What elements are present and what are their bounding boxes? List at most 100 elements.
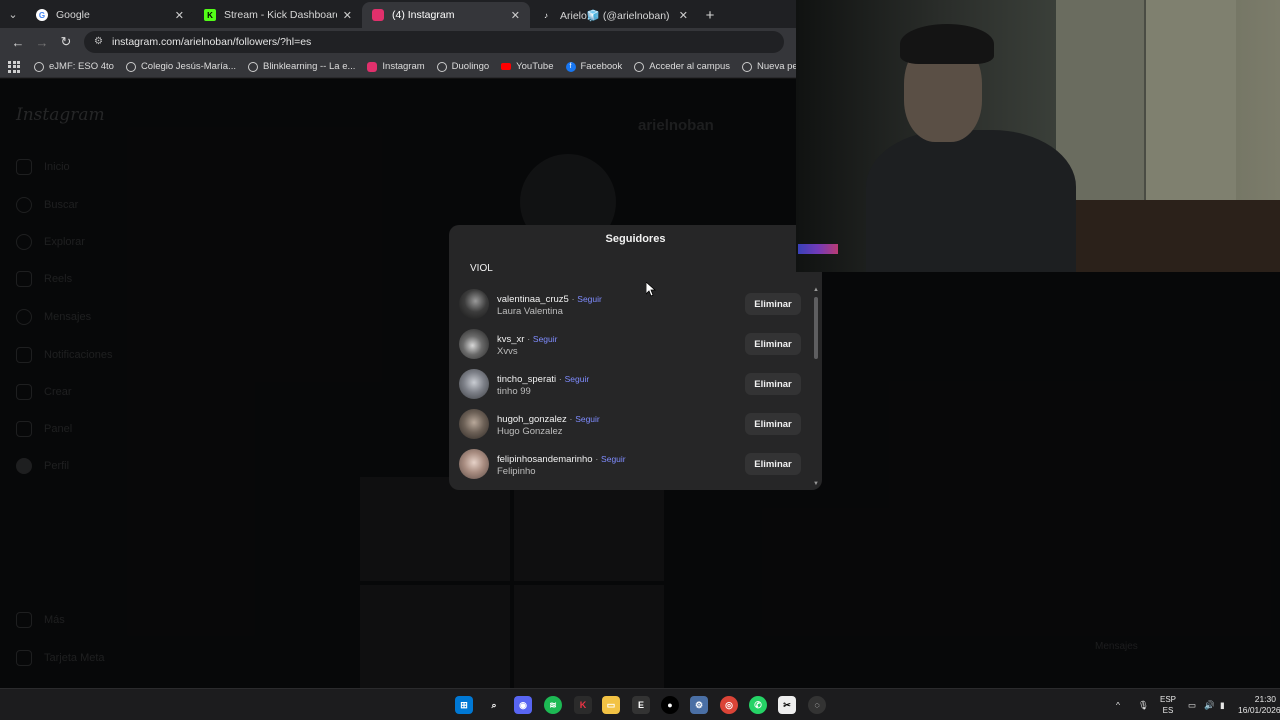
close-icon[interactable]: ✕ xyxy=(175,9,184,22)
windows-start-icon[interactable]: ⊞ xyxy=(455,696,473,714)
follow-link[interactable]: Seguir xyxy=(601,454,626,464)
globe-icon xyxy=(634,61,645,72)
tab-title: Arielo🧊 (@arielnoban) | TikTok xyxy=(560,9,673,22)
close-icon[interactable]: ✕ xyxy=(511,9,520,22)
list-item: tincho_sperati · Seguir tinho 99 Elimina… xyxy=(449,365,811,405)
chrome-icon[interactable]: ◎ xyxy=(720,696,738,714)
avatar[interactable] xyxy=(459,449,489,479)
tray-chevron-icon[interactable]: ^ xyxy=(1116,689,1120,720)
bookmark-item[interactable]: YouTube xyxy=(501,61,554,72)
follower-username[interactable]: kvs_xr xyxy=(497,334,524,345)
bookmark-label: eJMF: ESO 4to xyxy=(49,61,114,72)
remove-button[interactable]: Eliminar xyxy=(745,293,801,315)
tab-kick-dashboard[interactable]: K Stream - Kick Dashboard ✕ xyxy=(194,2,362,28)
bookmark-item[interactable]: eJMF: ESO 4to xyxy=(34,61,114,72)
app-icon[interactable]: K xyxy=(574,696,592,714)
file-explorer-icon[interactable]: ▭ xyxy=(602,696,620,714)
remove-button[interactable]: Eliminar xyxy=(745,333,801,355)
remove-button[interactable]: Eliminar xyxy=(745,453,801,475)
username-line: felipinhosandemarinho · Seguir xyxy=(497,454,626,465)
follower-username[interactable]: valentinaa_cruz5 xyxy=(497,294,569,305)
remove-button[interactable]: Eliminar xyxy=(745,373,801,395)
site-info-icon[interactable]: ⚙ xyxy=(94,37,104,47)
follow-link[interactable]: Seguir xyxy=(533,334,558,344)
settings-icon[interactable]: ⚙ xyxy=(690,696,708,714)
modal-title: Seguidores xyxy=(605,233,666,245)
separator-dot: · xyxy=(592,454,602,465)
close-icon[interactable]: ✕ xyxy=(343,9,352,22)
instagram-icon xyxy=(372,9,384,21)
bookmark-item[interactable]: Duolingo xyxy=(436,61,489,72)
capcut-icon[interactable]: ✂ xyxy=(778,696,796,714)
region-code: ES xyxy=(1162,706,1174,715)
forward-icon[interactable]: → xyxy=(30,30,54,54)
clock-time: 21:30 xyxy=(1254,694,1276,704)
microphone-icon[interactable]: 🎙 xyxy=(1138,689,1149,720)
keyboard-led xyxy=(798,244,838,254)
url-bar[interactable]: ⚙ instagram.com/arielnoban/followers/?hl… xyxy=(84,31,784,53)
username-line: valentinaa_cruz5 · Seguir xyxy=(497,294,602,305)
list-item: hugoh_gonzalez · Seguir Hugo Gonzalez El… xyxy=(449,405,811,445)
list-item: kvs_xr · Seguir Xvvs Eliminar xyxy=(449,325,811,365)
follower-fullname: Hugo Gonzalez xyxy=(497,426,563,437)
avatar[interactable] xyxy=(459,409,489,439)
tab-google[interactable]: G Google ✕ xyxy=(26,2,194,28)
network-icon[interactable]: ▭ xyxy=(1188,689,1196,720)
tab-title: Stream - Kick Dashboard xyxy=(224,9,337,21)
discord-icon[interactable]: ◉ xyxy=(514,696,532,714)
avatar[interactable] xyxy=(459,289,489,319)
system-clock[interactable]: 21:30 16/01/2026 xyxy=(1238,694,1280,716)
follow-link[interactable]: Seguir xyxy=(575,414,600,424)
facebook-icon: f xyxy=(565,61,576,72)
search-field[interactable] xyxy=(461,260,810,278)
epic-games-icon[interactable]: E xyxy=(632,696,650,714)
search-icon[interactable]: ⌕ xyxy=(485,696,503,714)
follow-link[interactable]: Seguir xyxy=(565,374,590,384)
tab-search-chevron-icon[interactable]: ⌄ xyxy=(0,0,26,28)
search-input[interactable] xyxy=(470,263,770,274)
separator-dot: · xyxy=(568,294,578,305)
tab-title: Google xyxy=(56,9,90,21)
tab-instagram[interactable]: (4) Instagram ✕ xyxy=(362,2,530,28)
list-item: valentinaa_cruz5 · Seguir Laura Valentin… xyxy=(449,285,811,325)
bookmark-item[interactable]: Acceder al campus xyxy=(634,61,730,72)
separator-dot: · xyxy=(524,334,533,345)
separator-dot: · xyxy=(566,414,576,425)
avatar[interactable] xyxy=(459,369,489,399)
back-icon[interactable]: ← xyxy=(6,30,30,54)
apps-grid-icon[interactable] xyxy=(8,60,20,73)
avatar[interactable] xyxy=(459,329,489,359)
username-line: hugoh_gonzalez · Seguir xyxy=(497,414,600,425)
scroll-up-arrow-icon[interactable]: ▲ xyxy=(813,287,819,293)
scroll-down-arrow-icon[interactable]: ▼ xyxy=(813,481,819,487)
language-indicator[interactable]: ESP ES xyxy=(1158,694,1178,716)
reload-icon[interactable]: ↻ xyxy=(54,30,78,54)
bookmark-item[interactable]: Blinklearning -- La e... xyxy=(247,61,355,72)
tab-tiktok[interactable]: ♪ Arielo🧊 (@arielnoban) | TikTok ✕ xyxy=(530,2,698,28)
bookmark-item[interactable]: f Facebook xyxy=(565,61,622,72)
followers-modal: Seguidores valentinaa_cruz5 · Seguir Lau… xyxy=(449,225,822,490)
follower-username[interactable]: hugoh_gonzalez xyxy=(497,414,567,425)
remove-button[interactable]: Eliminar xyxy=(745,413,801,435)
follow-link[interactable]: Seguir xyxy=(577,294,602,304)
new-tab-button[interactable]: + xyxy=(698,2,722,28)
tiktok-icon: ♪ xyxy=(544,10,548,20)
bookmark-item[interactable]: Instagram xyxy=(367,61,425,72)
modal-scrollbar[interactable]: ▲ ▼ xyxy=(813,287,819,487)
follower-username[interactable]: tincho_sperati xyxy=(497,374,556,385)
battery-icon[interactable]: ▮ xyxy=(1220,689,1225,720)
whatsapp-icon[interactable]: ✆ xyxy=(749,696,767,714)
followers-list: valentinaa_cruz5 · Seguir Laura Valentin… xyxy=(449,285,811,490)
streamer-hair xyxy=(900,24,994,64)
scroll-thumb[interactable] xyxy=(814,297,818,359)
close-icon[interactable]: ✕ xyxy=(679,9,688,22)
follower-username[interactable]: felipinhosandemarinho xyxy=(497,454,593,465)
spotify-icon[interactable]: ≋ xyxy=(544,696,562,714)
volume-icon[interactable]: 🔊 xyxy=(1204,689,1215,720)
instagram-icon xyxy=(367,61,378,72)
mouse-cursor-icon xyxy=(646,282,656,297)
obs-icon[interactable]: ● xyxy=(661,696,679,714)
bookmark-item[interactable]: Colegio Jesús-María... xyxy=(125,61,236,72)
url-text: instagram.com/arielnoban/followers/?hl=e… xyxy=(112,36,312,48)
app-icon[interactable]: ◌ xyxy=(808,696,826,714)
